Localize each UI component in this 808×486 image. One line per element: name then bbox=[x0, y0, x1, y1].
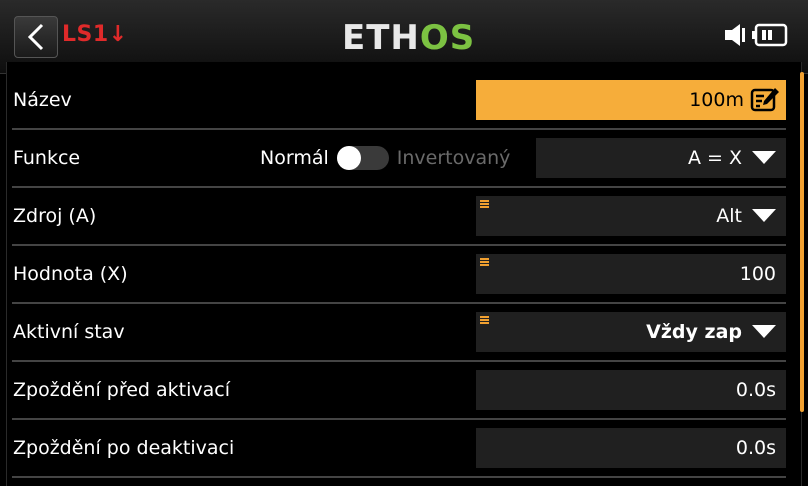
ethos-logo: ETHOS bbox=[342, 18, 475, 58]
function-value: A = X bbox=[687, 147, 742, 169]
back-button[interactable] bbox=[14, 16, 58, 58]
edit-icon bbox=[750, 88, 779, 112]
delay-before-label: Zpoždění před aktivací bbox=[13, 379, 231, 401]
delay-after-label: Zpoždění po deaktivaci bbox=[13, 437, 235, 459]
scrollbar[interactable] bbox=[800, 72, 804, 412]
active-condition-dropdown[interactable]: Vždy zap bbox=[476, 312, 786, 352]
row-delay-after: Zpoždění po deaktivaci 0.0s bbox=[12, 420, 786, 478]
speaker-icon[interactable] bbox=[724, 22, 746, 48]
dropdown-arrow-icon bbox=[752, 325, 776, 338]
name-value: 100m bbox=[689, 89, 744, 111]
value-label: Hodnota (X) bbox=[13, 263, 128, 285]
inverted-option: Invertovaný bbox=[396, 147, 511, 169]
dropdown-arrow-icon bbox=[752, 209, 776, 222]
row-name: Název 100m bbox=[12, 72, 786, 130]
row-source: Zdroj (A) Alt bbox=[12, 188, 786, 246]
active-condition-label: Aktivní stav bbox=[13, 321, 125, 343]
logo-text-b: OS bbox=[419, 18, 476, 58]
delay-before-field[interactable]: 0.0s bbox=[476, 370, 786, 410]
active-condition-value: Vždy zap bbox=[646, 321, 742, 343]
source-icon bbox=[480, 316, 489, 324]
screen-title-arrow: ↓ bbox=[108, 22, 128, 47]
dropdown-arrow-icon bbox=[752, 151, 776, 164]
status-icons bbox=[724, 22, 788, 48]
source-label: Zdroj (A) bbox=[13, 205, 97, 227]
function-label: Funkce bbox=[13, 147, 81, 169]
source-icon bbox=[480, 200, 489, 208]
source-value: Alt bbox=[716, 205, 742, 227]
normal-option: Normál bbox=[260, 147, 329, 169]
function-options: Normál Invertovaný bbox=[260, 130, 510, 186]
name-field[interactable]: 100m bbox=[476, 80, 786, 120]
value-field[interactable]: 100 bbox=[476, 254, 786, 294]
delay-after-field[interactable]: 0.0s bbox=[476, 428, 786, 468]
row-function: Funkce Normál Invertovaný A = X bbox=[12, 130, 786, 188]
delay-before-value: 0.0s bbox=[735, 379, 776, 401]
row-active-condition: Aktivní stav Vždy zap bbox=[12, 304, 786, 362]
invert-toggle[interactable] bbox=[336, 146, 389, 170]
source-dropdown[interactable]: Alt bbox=[476, 196, 786, 236]
toggle-knob bbox=[336, 146, 361, 170]
row-value: Hodnota (X) 100 bbox=[12, 246, 786, 304]
logo-text-a: ETH bbox=[342, 18, 420, 58]
source-icon bbox=[480, 258, 489, 266]
screen-title: LS1↓ bbox=[62, 22, 128, 47]
name-label: Název bbox=[13, 89, 72, 111]
delay-after-value: 0.0s bbox=[735, 437, 776, 459]
battery-icon[interactable] bbox=[752, 23, 788, 47]
value-value: 100 bbox=[739, 263, 776, 285]
row-delay-before: Zpoždění před aktivací 0.0s bbox=[12, 362, 786, 420]
back-arrow-icon bbox=[27, 23, 44, 51]
function-dropdown[interactable]: A = X bbox=[536, 138, 786, 178]
screen-title-text: LS1 bbox=[62, 22, 109, 47]
